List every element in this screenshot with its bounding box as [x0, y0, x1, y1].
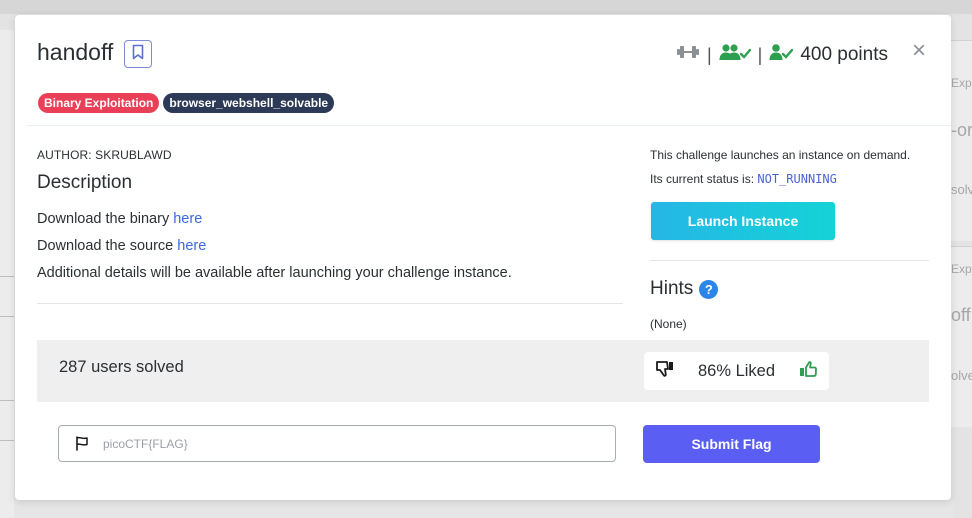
close-icon: ×	[912, 37, 927, 64]
source-download-line: Download the source here	[37, 238, 206, 254]
description-heading: Description	[37, 172, 133, 193]
bookmark-icon	[132, 44, 144, 65]
binary-download-line: Download the binary here	[37, 211, 202, 227]
meta-separator: |	[757, 44, 763, 65]
hints-heading: Hints	[650, 278, 694, 299]
source-download-text: Download the source	[37, 238, 178, 254]
background-left-column	[0, 30, 14, 518]
background-text: olve	[951, 368, 972, 383]
flag-input[interactable]	[89, 428, 615, 459]
background-divider	[0, 400, 14, 401]
challenge-title: handoff	[37, 39, 114, 65]
bookmark-button[interactable]	[124, 40, 152, 68]
background-text: -or	[951, 120, 972, 140]
hints-heading-row: Hints ?	[650, 278, 719, 300]
instance-note: This challenge launches an instance on d…	[650, 148, 911, 162]
hints-divider	[650, 260, 929, 261]
background-divider	[0, 440, 14, 441]
question-circle-icon[interactable]: ?	[699, 279, 719, 299]
description-divider	[37, 303, 623, 304]
thumbs-up-icon[interactable]	[799, 360, 817, 382]
like-percentage: 86% Liked	[697, 361, 776, 380]
instance-status-label: Its current status is:	[650, 172, 758, 186]
category-tag[interactable]: Binary Exploitation	[38, 93, 160, 113]
stats-bar: 287 users solved 86% Liked	[37, 340, 929, 402]
background-text: Exp	[951, 76, 972, 90]
binary-download-text: Download the binary	[37, 211, 174, 227]
flag-icon	[75, 436, 89, 451]
dumbbell-icon	[676, 44, 700, 66]
background-divider	[0, 316, 14, 317]
background-divider	[0, 276, 14, 277]
user-check-icon	[769, 43, 794, 67]
flag-input-wrapper	[58, 425, 616, 462]
author-label: AUTHOR: SKRUBLAWD	[37, 148, 172, 162]
launch-instance-button[interactable]: Launch Instance	[651, 202, 835, 240]
close-button[interactable]: ×	[912, 39, 926, 63]
instance-status-value: NOT_RUNNING	[757, 172, 837, 186]
submit-flag-button[interactable]: Submit Flag	[643, 425, 820, 463]
webshell-tag[interactable]: browser_webshell_solvable	[163, 93, 335, 113]
solved-count: 287 users solved	[59, 358, 184, 376]
background-text: solv	[951, 182, 972, 197]
points-value: 400 points	[800, 44, 888, 65]
binary-download-link[interactable]: here	[173, 211, 202, 227]
background-text: Exp	[951, 262, 972, 276]
tag-list: Binary Exploitation browser_webshell_sol…	[38, 93, 335, 113]
background-top-bar	[0, 0, 972, 14]
additional-details-text: Additional details will be available aft…	[37, 265, 512, 281]
challenge-modal: handoff Binary Exploitation browser_webs…	[15, 15, 951, 500]
instance-status-line: Its current status is: NOT_RUNNING	[650, 172, 837, 186]
like-widget: 86% Liked	[644, 352, 829, 390]
header-divider	[27, 125, 951, 126]
thumbs-down-icon[interactable]	[656, 360, 674, 382]
source-download-link[interactable]: here	[177, 238, 206, 254]
background-bottom-strip	[14, 500, 954, 518]
background-text: off	[951, 305, 971, 325]
meta-separator: |	[706, 44, 712, 65]
users-check-icon	[719, 43, 751, 67]
challenge-meta: | | 400 points	[676, 43, 929, 67]
hints-content: (None)	[650, 317, 687, 331]
